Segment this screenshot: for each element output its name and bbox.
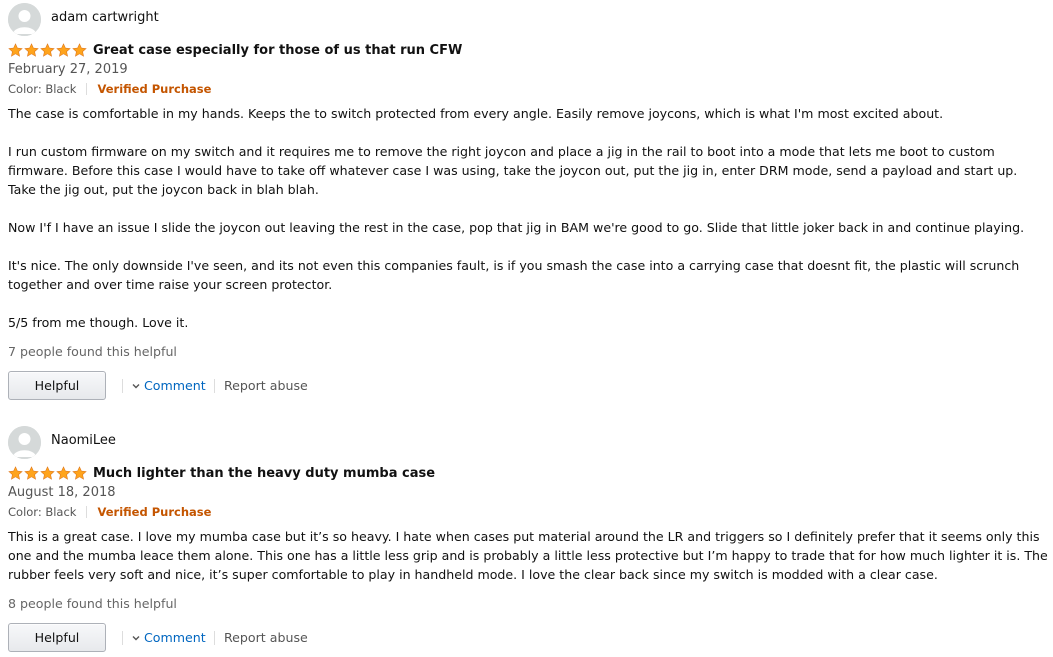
star-icon [56, 466, 71, 480]
divider [122, 379, 123, 393]
star-icon [8, 466, 23, 480]
review-paragraph: This is a great case. I love my mumba ca… [8, 529, 1048, 582]
divider [214, 631, 215, 645]
star-rating[interactable] [8, 466, 87, 481]
star-icon [72, 43, 87, 57]
color-variant: Color: Black [8, 505, 77, 519]
star-icon [8, 43, 23, 57]
comment-link[interactable]: Comment [131, 630, 206, 645]
review-paragraph: 5/5 from me though. Love it. [8, 315, 189, 330]
review-card: NaomiLee Much lighter than the heavy dut… [0, 420, 1053, 657]
divider [86, 83, 88, 95]
star-rating[interactable] [8, 43, 87, 58]
review-title[interactable]: Much lighter than the heavy duty mumba c… [93, 466, 435, 481]
comment-label[interactable]: Comment [144, 378, 206, 393]
star-icon [24, 466, 39, 480]
verified-purchase-badge: Verified Purchase [97, 505, 212, 519]
comment-link[interactable]: Comment [131, 378, 206, 393]
review-paragraph: The case is comfortable in my hands. Kee… [8, 106, 944, 121]
verified-purchase-badge: Verified Purchase [97, 82, 212, 96]
chevron-down-icon [132, 383, 140, 388]
helpful-button[interactable]: Helpful [8, 371, 106, 400]
star-icon [40, 43, 55, 57]
chevron-down-icon [132, 635, 140, 640]
review-date: February 27, 2019 [8, 62, 128, 77]
divider [122, 631, 123, 645]
review-paragraph: It's nice. The only downside I've seen, … [8, 258, 1020, 292]
report-abuse-link[interactable]: Report abuse [224, 378, 308, 393]
review-title[interactable]: Great case especially for those of us th… [93, 43, 462, 58]
avatar-icon[interactable] [8, 426, 41, 459]
review-body: This is a great case. I love my mumba ca… [8, 527, 1048, 603]
review-paragraph: Now I'f I have an issue I slide the joyc… [8, 220, 1025, 235]
review-paragraph: I run custom firmware on my switch and i… [8, 144, 1018, 197]
divider [86, 506, 88, 518]
report-abuse-link[interactable]: Report abuse [224, 630, 308, 645]
reviewer-name[interactable]: NaomiLee [51, 433, 116, 448]
star-icon [56, 43, 71, 57]
star-icon [72, 466, 87, 480]
review-meta: Color: Black Verified Purchase [8, 82, 211, 96]
review-meta: Color: Black Verified Purchase [8, 505, 211, 519]
star-icon [24, 43, 39, 57]
comment-label[interactable]: Comment [144, 630, 206, 645]
helpful-count: 8 people found this helpful [8, 596, 177, 611]
review-date: August 18, 2018 [8, 485, 116, 500]
star-icon [40, 466, 55, 480]
avatar-icon[interactable] [8, 3, 41, 36]
review-body: The case is comfortable in my hands. Kee… [8, 104, 1048, 351]
reviewer-name[interactable]: adam cartwright [51, 10, 159, 25]
color-variant: Color: Black [8, 82, 77, 96]
helpful-count: 7 people found this helpful [8, 344, 177, 359]
review-card: adam cartwright Great case especially fo… [0, 0, 1053, 420]
helpful-button[interactable]: Helpful [8, 623, 106, 652]
divider [214, 379, 215, 393]
